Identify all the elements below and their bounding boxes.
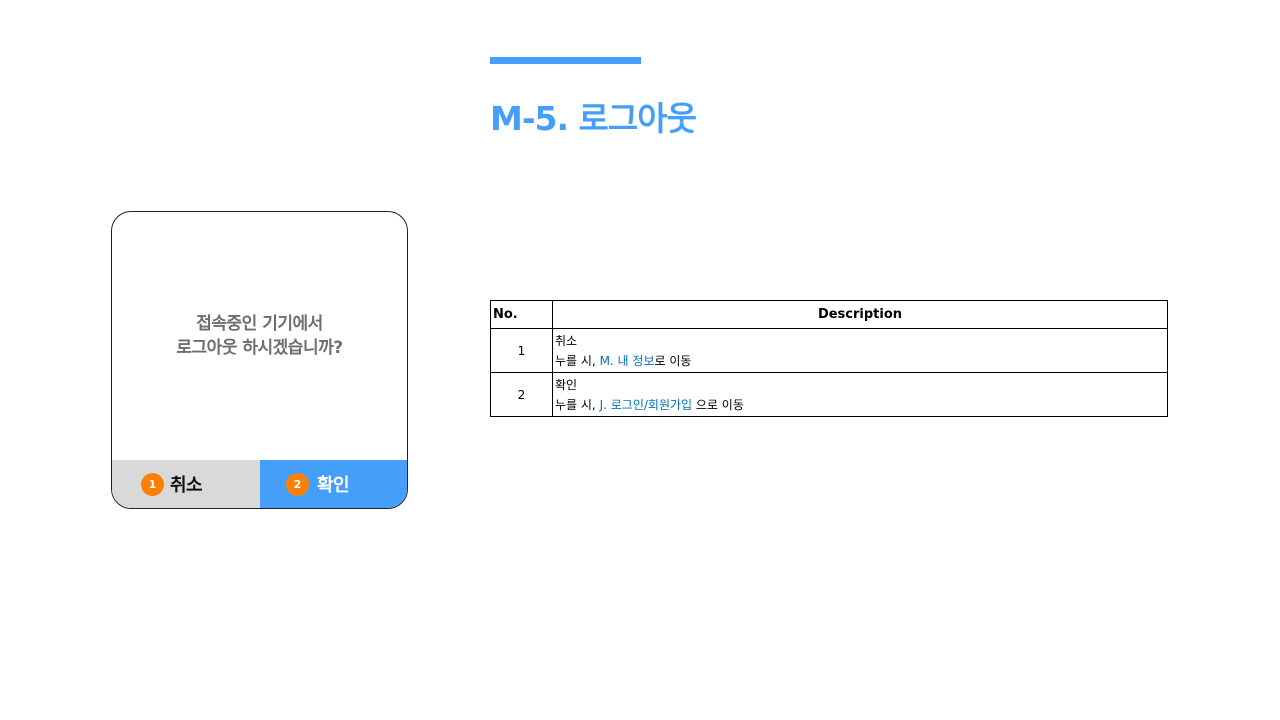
row-link[interactable]: J. 로그인/회원가입 <box>600 398 693 412</box>
dialog-message-line-1: 접속중인 기기에서 <box>196 314 323 334</box>
slide: M-5. 로그아웃 접속중인 기기에서 로그아웃 하시겠습니까? 1 취소 2 … <box>0 0 1280 720</box>
cancel-button[interactable]: 1 취소 <box>112 460 260 508</box>
page-title: M-5. 로그아웃 <box>490 99 697 138</box>
description-table: No. Description 1 취소 누를 시, M. 내 정보로 이동 2… <box>490 300 1168 417</box>
number-badge-1: 1 <box>141 472 164 496</box>
dialog-message-line-2: 로그아웃 하시겠습니까? <box>176 338 343 358</box>
table-header-row: No. Description <box>490 300 1168 329</box>
row-number: 1 <box>490 328 553 373</box>
dialog-button-bar: 1 취소 2 확인 <box>112 460 407 508</box>
row-detail: 누를 시, M. 내 정보로 이동 <box>555 351 1165 371</box>
header-description: Description <box>552 300 1168 329</box>
number-badge-2: 2 <box>286 472 309 496</box>
row-description: 취소 누를 시, M. 내 정보로 이동 <box>552 328 1168 373</box>
row-title: 확인 <box>555 377 578 392</box>
row-detail-suffix: 로 이동 <box>654 353 692 368</box>
row-detail: 누를 시, J. 로그인/회원가입 으로 이동 <box>555 395 1165 415</box>
title-accent-bar <box>490 57 641 64</box>
row-number: 2 <box>490 372 553 417</box>
dialog-message: 접속중인 기기에서 로그아웃 하시겠습니까? <box>112 212 407 460</box>
row-detail-prefix: 누를 시, <box>555 353 600 368</box>
table-row: 1 취소 누를 시, M. 내 정보로 이동 <box>490 328 1168 373</box>
confirm-button-label: 확인 <box>317 475 350 496</box>
table-row: 2 확인 누를 시, J. 로그인/회원가입 으로 이동 <box>490 372 1168 417</box>
row-detail-suffix: 으로 이동 <box>692 397 744 412</box>
header-no: No. <box>490 300 553 329</box>
cancel-button-label: 취소 <box>170 475 203 496</box>
row-title: 취소 <box>555 333 578 348</box>
row-link[interactable]: M. 내 정보 <box>600 354 655 368</box>
row-detail-prefix: 누를 시, <box>555 397 600 412</box>
row-description: 확인 누를 시, J. 로그인/회원가입 으로 이동 <box>552 372 1168 417</box>
logout-dialog: 접속중인 기기에서 로그아웃 하시겠습니까? 1 취소 2 확인 <box>111 211 408 509</box>
confirm-button[interactable]: 2 확인 <box>260 460 407 508</box>
